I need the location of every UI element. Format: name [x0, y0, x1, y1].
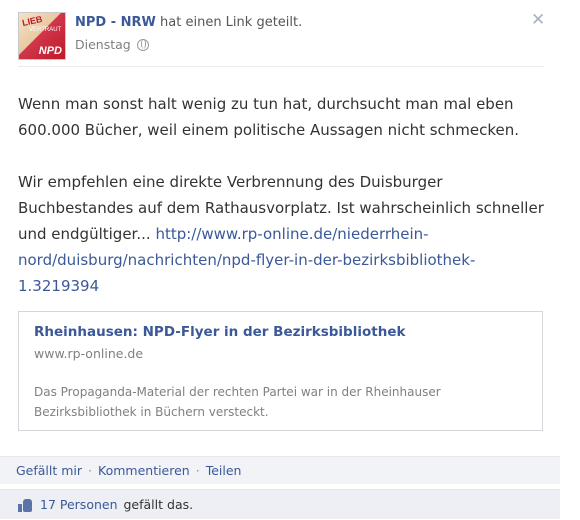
thumbs-up-icon [18, 498, 34, 512]
page-edge [569, 0, 580, 519]
post-action-text: hat einen Link geteilt. [160, 15, 303, 30]
post-body: Wenn man sonst halt wenig zu tun hat, du… [18, 91, 548, 299]
likes-suffix: gefällt das. [123, 496, 194, 512]
post-paragraph: Wir empfehlen eine direkte Verbrennung d… [18, 169, 548, 299]
action-separator: · [88, 463, 93, 478]
globe-icon[interactable] [136, 38, 149, 51]
share-button[interactable]: Teilen [206, 463, 242, 478]
link-preview[interactable]: Rheinhausen: NPD-Flyer in der Bezirksbib… [18, 311, 543, 431]
like-button[interactable]: Gefällt mir [16, 463, 82, 478]
post-header: NPD - NRW hat einen Link geteilt. [75, 15, 302, 30]
link-preview-domain: www.rp-online.de [34, 346, 144, 361]
post-timestamp[interactable]: Dienstag [75, 37, 131, 52]
avatar[interactable]: LIEB VERTRAUT NPD [18, 12, 66, 60]
link-preview-title[interactable]: Rheinhausen: NPD-Flyer in der Bezirksbib… [34, 324, 405, 340]
link-preview-description: Das Propaganda-Material der rechten Part… [34, 385, 441, 419]
author-link[interactable]: NPD - NRW [75, 15, 156, 30]
avatar-logo-text: VERTRAUT [29, 27, 62, 33]
action-bar: Gefällt mir · Kommentieren · Teilen [0, 456, 560, 484]
avatar-logo-text: LIEB [21, 13, 44, 29]
likes-count-link[interactable]: 17 Personen [40, 490, 118, 520]
comment-button[interactable]: Kommentieren [98, 463, 190, 478]
post-meta: Dienstag [75, 37, 149, 52]
avatar-logo-npd: NPD [38, 45, 62, 57]
likes-summary: 17 Personen gefällt das. [0, 489, 560, 519]
action-separator: · [195, 463, 200, 478]
header-divider [18, 66, 544, 67]
close-icon[interactable]: ✕ [531, 12, 545, 29]
post-paragraph: Wenn man sonst halt wenig zu tun hat, du… [18, 95, 520, 139]
post-card: LIEB VERTRAUT NPD NPD - NRW hat einen Li… [0, 0, 570, 519]
